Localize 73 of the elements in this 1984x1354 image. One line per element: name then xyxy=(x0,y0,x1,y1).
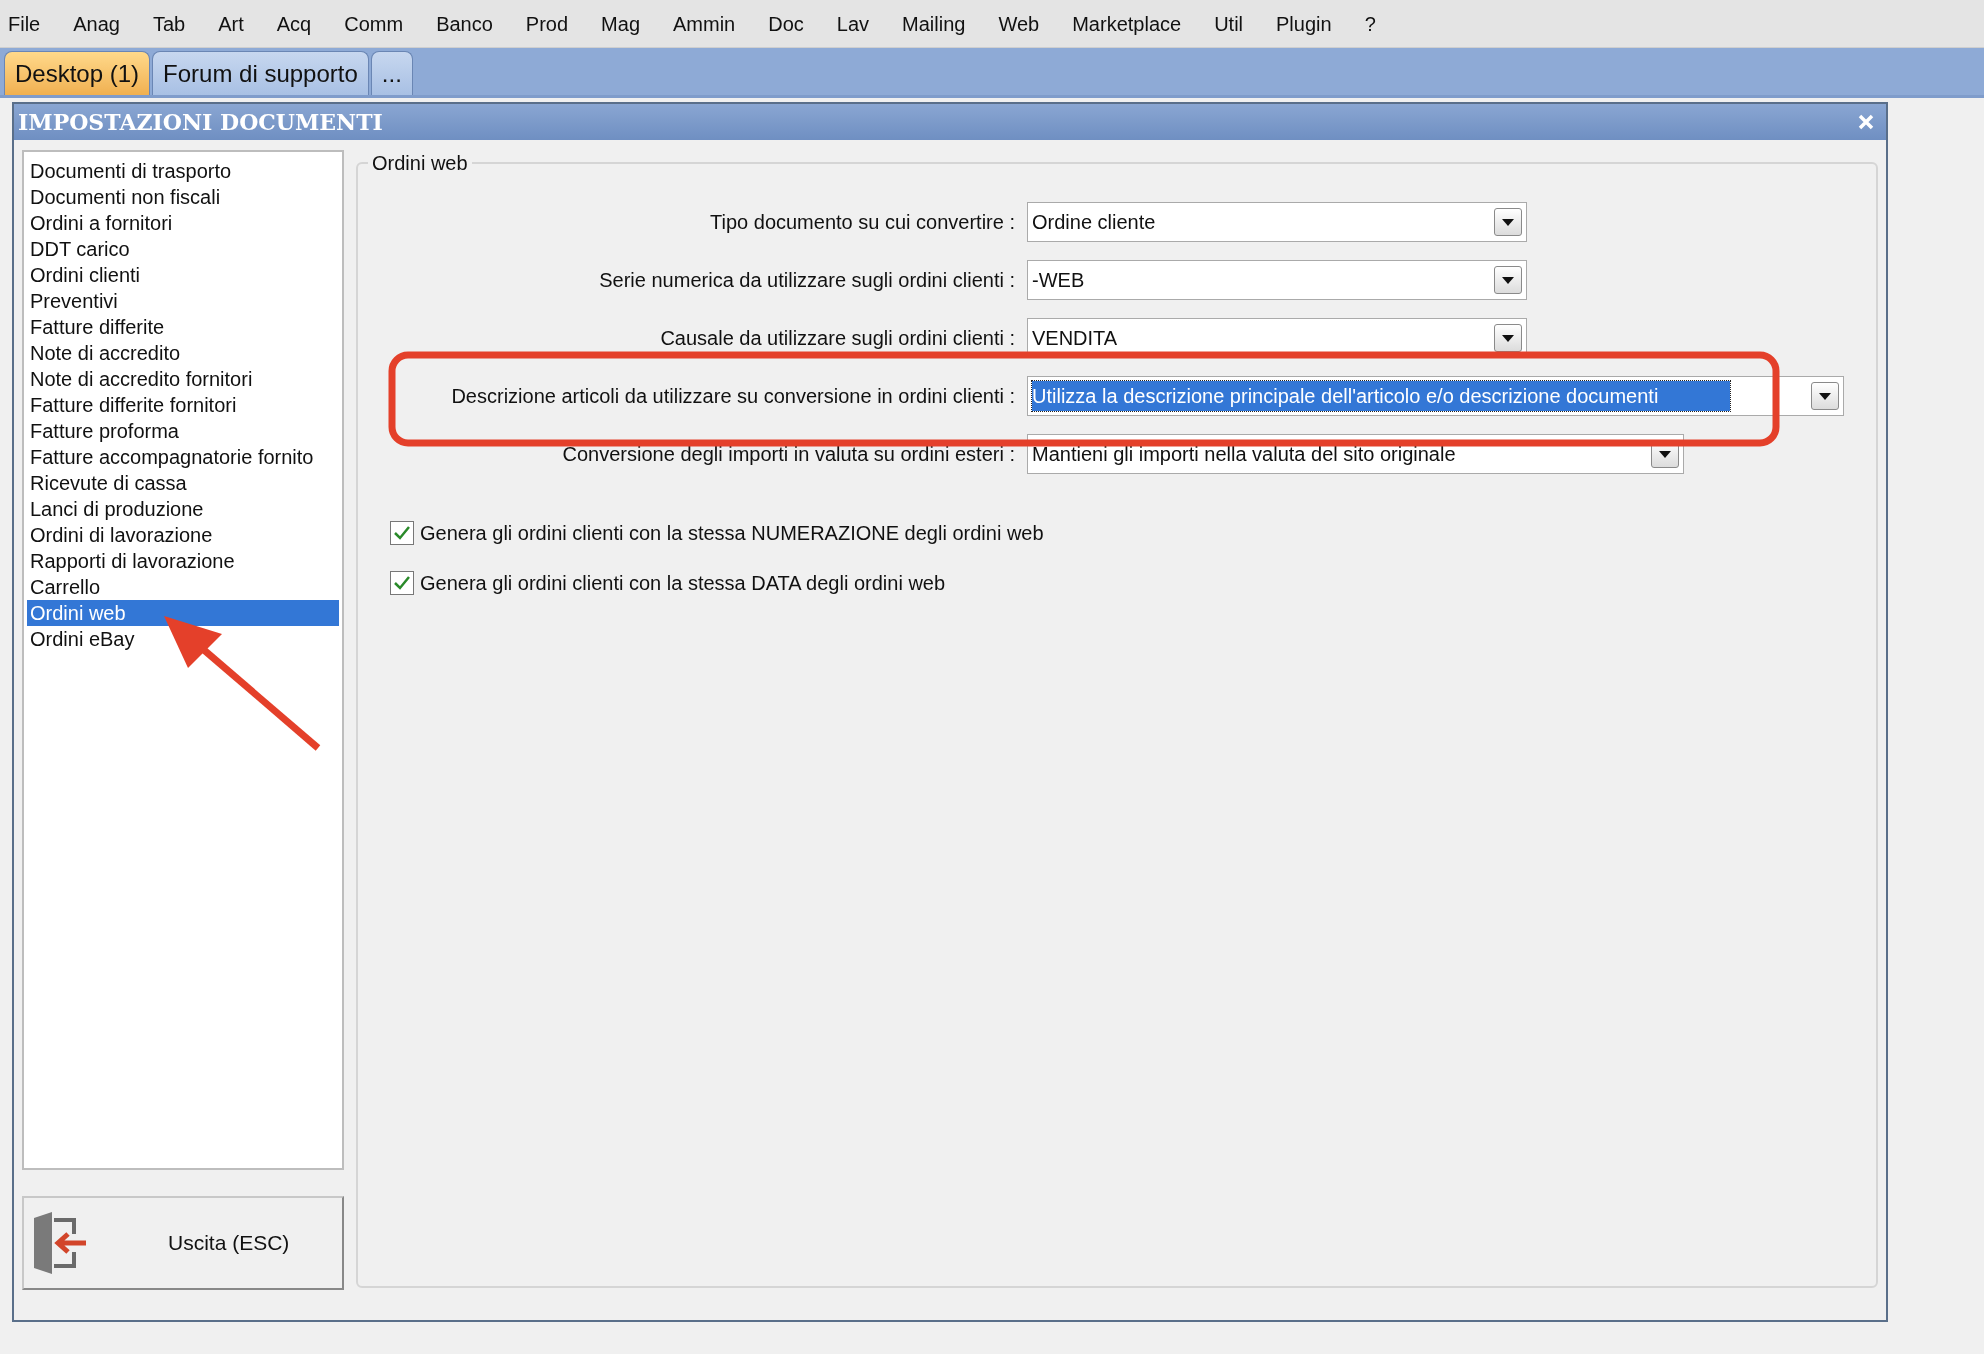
list-item[interactable]: Ricevute di cassa xyxy=(27,470,339,496)
menu-item[interactable]: Anag xyxy=(56,8,137,39)
list-item[interactable]: DDT carico xyxy=(27,236,339,262)
field-label: Serie numerica da utilizzare sugli ordini clienti : xyxy=(598,268,1015,293)
list-item[interactable]: Fatture proforma xyxy=(27,418,339,444)
check-icon xyxy=(394,526,410,540)
menu-item[interactable]: Lav xyxy=(820,8,886,39)
checkbox-label: Genera gli ordini clienti con la stessa NUMERAZIONE degli ordini web xyxy=(420,521,1044,546)
dropdown-value: VENDITA xyxy=(1032,326,1118,351)
list-item[interactable]: Ordini a fornitori xyxy=(27,210,339,236)
dropdown-value: Mantieni gli importi nella valuta del sito originale xyxy=(1032,442,1456,467)
list-item[interactable]: Carrello xyxy=(27,574,339,600)
field-label: Descrizione articoli da utilizzare su conversione in ordini clienti : xyxy=(450,384,1015,409)
list-item[interactable]: Documenti non fiscali xyxy=(27,184,339,210)
dropdown-value: -WEB xyxy=(1032,268,1085,293)
field-label: Tipo documento su cui convertire : xyxy=(709,210,1015,235)
caret-icon xyxy=(1502,276,1514,284)
close-icon[interactable] xyxy=(1858,114,1874,130)
dropdown-field[interactable]: Ordine cliente xyxy=(1027,202,1527,242)
caret-icon xyxy=(1819,392,1831,400)
dropdown-field[interactable]: -WEB xyxy=(1027,260,1527,300)
list-item[interactable]: Fatture differite xyxy=(27,314,339,340)
list-item[interactable]: Lanci di produzione xyxy=(27,496,339,522)
tab[interactable]: Forum di supporto xyxy=(152,51,369,95)
list-item[interactable]: Note di accredito xyxy=(27,340,339,366)
list-item[interactable]: Preventivi xyxy=(27,288,339,314)
dropdown-button[interactable] xyxy=(1494,266,1522,294)
dropdown-field[interactable]: Utilizza la descrizione principale dell'articolo e/o descrizione documenti xyxy=(1027,376,1844,416)
list-item[interactable]: Note di accredito fornitori xyxy=(27,366,339,392)
exit-door-icon xyxy=(32,1212,88,1274)
list-item[interactable]: Ordini di lavorazione xyxy=(27,522,339,548)
field-label: Conversione degli importi in valuta su ordini esteri : xyxy=(561,442,1015,467)
menu-item[interactable]: Mag xyxy=(584,8,657,39)
window-title: IMPOSTAZIONI DOCUMENTI xyxy=(18,107,383,137)
menu-item[interactable]: Mailing xyxy=(885,8,982,39)
field-label: Causale da utilizzare sugli ordini clienti : xyxy=(659,326,1015,351)
dropdown-button[interactable] xyxy=(1811,382,1839,410)
menu-item[interactable]: File xyxy=(0,8,57,39)
menu-item[interactable]: Art xyxy=(201,8,261,39)
checkbox-label: Genera gli ordini clienti con la stessa DATA degli ordini web xyxy=(420,571,946,596)
menu-item[interactable]: Ammin xyxy=(656,8,752,39)
dropdown-value: Ordine cliente xyxy=(1032,210,1156,235)
check-icon xyxy=(394,576,410,590)
menu-item[interactable]: Banco xyxy=(419,8,510,39)
menu-item[interactable]: Util xyxy=(1197,8,1260,39)
dropdown-value: Utilizza la descrizione principale dell'articolo e/o descrizione documenti xyxy=(1032,381,1731,411)
caret-icon xyxy=(1502,334,1514,342)
tab[interactable]: Desktop (1) xyxy=(4,51,151,95)
exit-button[interactable]: Uscita (ESC) xyxy=(22,1196,344,1290)
list-item[interactable]: Ordini web xyxy=(27,600,339,626)
dropdown-button[interactable] xyxy=(1494,208,1522,236)
list-item[interactable]: Fatture differite fornitori xyxy=(27,392,339,418)
checkbox[interactable] xyxy=(390,521,414,545)
menu-item[interactable]: Marketplace xyxy=(1055,8,1198,39)
menu-item[interactable]: Tab xyxy=(136,8,202,39)
list-item[interactable]: Ordini eBay xyxy=(27,626,339,652)
caret-icon xyxy=(1659,450,1671,458)
menu-item[interactable]: Comm xyxy=(327,8,420,39)
list-item[interactable]: Rapporti di lavorazione xyxy=(27,548,339,574)
menu-item[interactable]: Prod xyxy=(509,8,585,39)
list-item[interactable]: Documenti di trasporto xyxy=(27,158,339,184)
list-item[interactable]: Ordini clienti xyxy=(27,262,339,288)
menu-item[interactable]: Doc xyxy=(751,8,821,39)
menu-item[interactable]: Web xyxy=(981,8,1056,39)
caret-icon xyxy=(1502,218,1514,226)
list-item[interactable]: Fatture accompagnatorie fornito xyxy=(27,444,339,470)
tab[interactable]: ... xyxy=(370,51,413,95)
menu-item[interactable]: Acq xyxy=(260,8,328,39)
menu-item[interactable]: ? xyxy=(1348,8,1393,39)
checkbox[interactable] xyxy=(390,571,414,595)
menu-item[interactable]: Plugin xyxy=(1259,8,1349,39)
dropdown-button[interactable] xyxy=(1494,324,1522,352)
group-title: Ordini web xyxy=(371,151,469,176)
